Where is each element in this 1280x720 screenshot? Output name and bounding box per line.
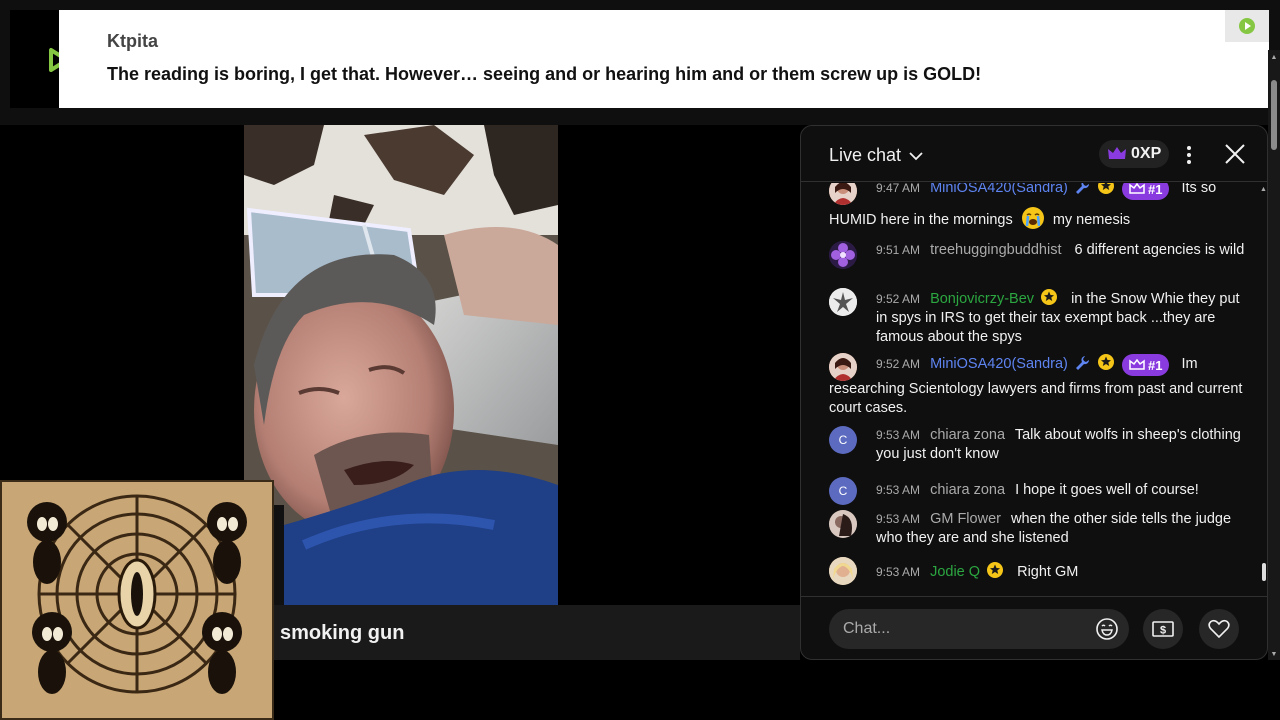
message-time: 9:52 AM (876, 292, 921, 306)
chat-header: Live chat 0XP (801, 126, 1267, 182)
message-text: Im (1181, 356, 1198, 372)
rank-badge: #1 (1121, 354, 1170, 376)
chat-scroll-up-icon[interactable]: ▲ (1260, 186, 1267, 193)
message-author[interactable]: chiara zona (930, 427, 1005, 443)
video-player[interactable] (244, 125, 558, 605)
verified-star-icon (1041, 289, 1058, 305)
chat-message: 9:47 AM MiniOSA420(Sandra) #1 Its so HUM… (829, 183, 1249, 230)
chat-message-list[interactable]: 9:47 AM MiniOSA420(Sandra) #1 Its so HUM… (801, 183, 1267, 591)
chat-message: 9:53 AM Jodie Q Right GM (829, 557, 1249, 585)
chat-scrollbar[interactable]: ▲ (1260, 186, 1267, 591)
message-time: 9:51 AM (876, 243, 921, 257)
verified-star-icon (987, 562, 1004, 578)
emoji-picker-icon[interactable] (1095, 617, 1119, 641)
svg-text:$: $ (1160, 625, 1166, 637)
message-author[interactable]: Jodie Q (930, 564, 980, 580)
message-time: 9:53 AM (876, 483, 921, 497)
avatar-letter: C (838, 432, 848, 447)
chat-message: C 9:53 AM chiara zona Talk about wolfs i… (829, 426, 1249, 464)
message-author[interactable]: treehuggingbuddhist (930, 242, 1061, 258)
eagle-avatar[interactable] (829, 288, 857, 316)
chat-message: 9:52 AM Bonjovicrzy-Bev in the Snow Whie… (829, 288, 1249, 347)
crown-icon (1129, 359, 1145, 370)
chat-message: 9:52 AM MiniOSA420(Sandra) #1 Im researc… (829, 353, 1249, 418)
rant-button[interactable]: $ (1143, 609, 1183, 649)
verified-star-icon (1097, 354, 1114, 370)
sandra-avatar[interactable] (829, 353, 857, 381)
chat-message: 9:51 AM treehuggingbuddhist 6 different … (829, 241, 1249, 269)
banner-rumble-icon (1225, 10, 1269, 42)
chevron-down-icon (909, 151, 923, 160)
avatar[interactable]: C (829, 477, 857, 505)
sandra-avatar[interactable] (829, 183, 857, 205)
message-time: 9:52 AM (876, 357, 921, 371)
xp-badge[interactable]: 0XP (1099, 140, 1170, 168)
crown-icon (1108, 147, 1126, 159)
message-time: 9:47 AM (876, 183, 921, 195)
rank-number: #1 (1147, 357, 1163, 373)
purple-flower-avatar[interactable] (829, 241, 857, 269)
rank-badge: #1 (1121, 183, 1170, 200)
message-text: 6 different agencies is wild (1074, 242, 1245, 258)
message-text: I hope it goes well of course! (1015, 482, 1199, 498)
chat-title: Live chat (829, 145, 902, 165)
heart-icon (1208, 619, 1230, 639)
chat-mode-dropdown[interactable]: Live chat (829, 145, 923, 166)
chat-message: 9:53 AM GM Flower when the other side te… (829, 510, 1249, 548)
avatar-letter: C (838, 483, 848, 498)
wrench-icon (1075, 356, 1089, 370)
message-text: Its so (1181, 183, 1217, 196)
message-text: my nemesis (1052, 212, 1131, 228)
chat-highlight-banner: Ktpita The reading is boring, I get that… (59, 10, 1269, 108)
message-author[interactable]: chiara zona (930, 482, 1005, 498)
chat-input-row: $ (801, 596, 1267, 659)
live-chat-panel: Live chat 0XP 9:47 AM MiniOSA420(Sandra)… (800, 125, 1268, 660)
banner-message: The reading is boring, I get that. Howev… (107, 64, 982, 84)
page-scrollbar[interactable]: ▲ ▼ (1268, 50, 1280, 660)
scroll-down-icon[interactable]: ▼ (1270, 651, 1278, 658)
avatar[interactable]: C (829, 426, 857, 454)
message-time: 9:53 AM (876, 428, 921, 442)
like-button[interactable] (1199, 609, 1239, 649)
chat-menu-icon[interactable] (1181, 141, 1197, 169)
message-text: Right GM (1017, 564, 1079, 580)
xp-value: 0XP (1131, 145, 1162, 162)
message-time: 9:53 AM (876, 512, 921, 526)
crown-icon (1129, 183, 1145, 194)
close-icon[interactable] (1223, 142, 1247, 166)
banner-username: Ktpita (107, 31, 158, 51)
message-author[interactable]: MiniOSA420(Sandra) (930, 183, 1068, 196)
message-text: HUMID here in the mornings (829, 212, 1013, 228)
message-author[interactable]: MiniOSA420(Sandra) (930, 356, 1068, 372)
jodie-avatar[interactable] (829, 557, 857, 585)
streamer-artwork-overlay (0, 480, 274, 720)
verified-star-icon (1097, 183, 1114, 194)
scroll-up-icon[interactable]: ▲ (1270, 54, 1278, 61)
gm-flower-avatar[interactable] (829, 510, 857, 538)
chat-scroll-thumb[interactable] (1262, 563, 1266, 581)
rank-number: #1 (1147, 183, 1163, 197)
dollar-icon: $ (1152, 621, 1174, 637)
message-author[interactable]: Bonjovicrzy-Bev (930, 291, 1034, 307)
message-author[interactable]: GM Flower (930, 511, 1001, 527)
chat-input[interactable] (829, 609, 1129, 649)
wrench-icon (1075, 183, 1089, 194)
message-text: researching Scientology lawyers and firm… (829, 381, 1243, 416)
message-time: 9:53 AM (876, 565, 921, 579)
page-scroll-thumb[interactable] (1271, 80, 1277, 150)
video-title[interactable]: smoking gun (280, 622, 404, 645)
crying-face-emoji-icon (1021, 207, 1044, 229)
chat-message: C 9:53 AM chiara zona I hope it goes wel… (829, 477, 1249, 505)
